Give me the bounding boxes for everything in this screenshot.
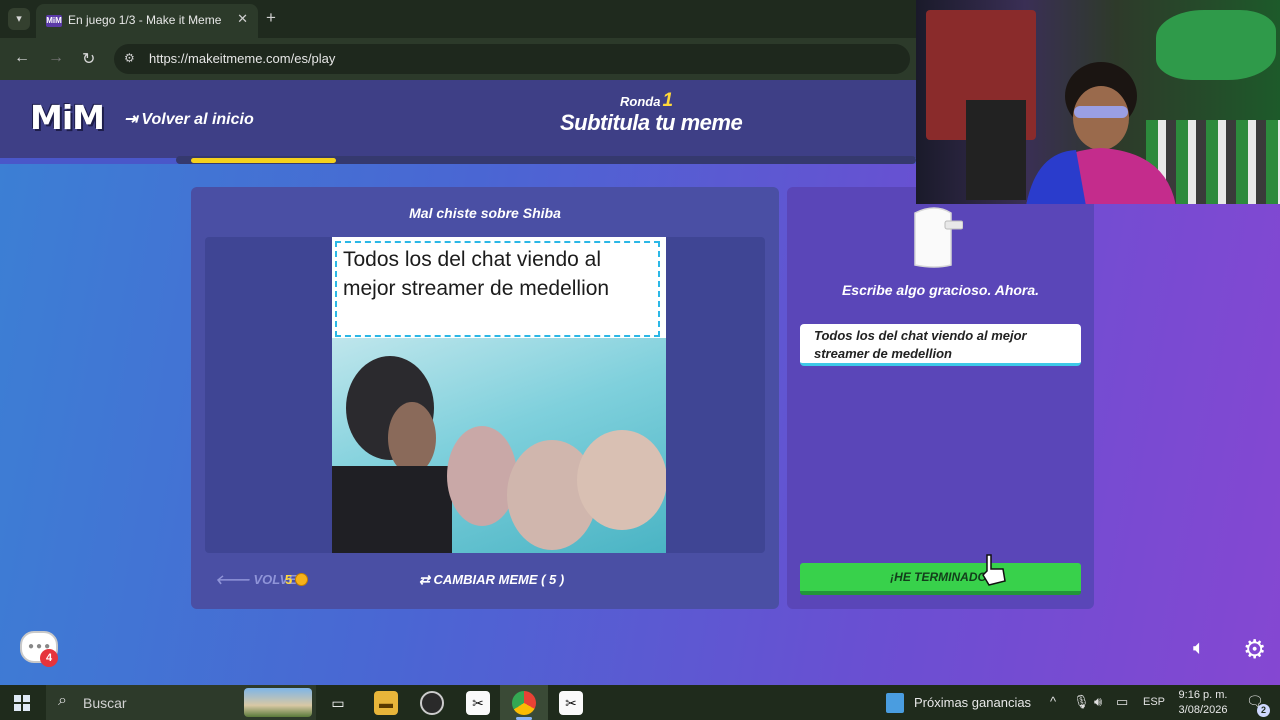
fish-image xyxy=(447,426,517,526)
forward-arrow-icon[interactable]: → xyxy=(48,49,64,67)
back-home-button[interactable]: ⇥ Volver al inicio xyxy=(124,109,254,129)
webcam-overlay xyxy=(916,0,1280,204)
clock-date: 3/08/2026 xyxy=(1178,704,1228,716)
file-explorer-icon[interactable]: ▬ xyxy=(374,691,398,715)
exit-icon: ⇥ xyxy=(124,111,138,128)
capcut-icon[interactable]: ✂ xyxy=(559,691,583,715)
search-label: Buscar xyxy=(83,695,127,711)
site-info-icon[interactable]: ⚙ xyxy=(124,51,135,65)
meme-panel: Mal chiste sobre Shiba Todos los del cha… xyxy=(191,187,779,609)
task-view-icon[interactable]: ▭ xyxy=(326,691,350,715)
round-progress-bar xyxy=(176,156,916,164)
page-title: Subtitula tu meme xyxy=(560,110,743,135)
round-label: Ronda xyxy=(620,94,661,109)
change-meme-button[interactable]: ⇄ CAMBIAR MEME ( 5 ) xyxy=(419,572,564,588)
meme-template-name: Mal chiste sobre Shiba xyxy=(409,205,561,221)
writing-ghost-icon xyxy=(914,207,963,268)
url-text[interactable]: https://makeitmeme.com/es/play xyxy=(149,51,335,66)
caption-input[interactable]: Todos los del chat viendo al mejor strea… xyxy=(800,324,1081,366)
new-tab-icon[interactable]: + xyxy=(266,8,276,28)
round-number: 1 xyxy=(662,90,674,111)
streamer-image xyxy=(1026,62,1176,204)
caption-input-panel: Escribe algo gracioso. Ahora. Todos los … xyxy=(787,187,1094,609)
windows-start-icon[interactable] xyxy=(14,695,30,711)
coin-count: 5 xyxy=(285,572,293,587)
chat-unread-badge: 4 xyxy=(40,649,58,667)
back-arrow-icon: 🡐 xyxy=(215,572,254,587)
round-indicator: Ronda 1 xyxy=(620,90,673,112)
tab-list-chevron-icon[interactable]: ▾ xyxy=(8,8,30,30)
settings-gear-icon[interactable]: ⚙ xyxy=(1243,634,1266,665)
microphone-icon[interactable]: 🎙︎ xyxy=(1073,694,1090,710)
show-hidden-icons-icon[interactable]: ^ xyxy=(1050,694,1056,709)
meme-preview: Todos los del chat viendo al mejor strea… xyxy=(332,237,666,553)
search-icon: ⌕ xyxy=(58,692,67,709)
swap-icon: ⇄ xyxy=(419,572,434,587)
done-button[interactable]: ¡HE TERMINADO! xyxy=(800,563,1081,595)
tab-title: En juego 1/3 - Make it Meme xyxy=(68,13,222,27)
fish-image xyxy=(577,430,666,530)
coin-icon xyxy=(295,573,309,586)
volume-icon[interactable]: 🔊︎ xyxy=(1094,694,1102,710)
coin-counter: 5 xyxy=(285,572,309,587)
obs-icon[interactable] xyxy=(420,691,444,715)
caption-text-box[interactable]: Todos los del chat viendo al mejor strea… xyxy=(335,241,660,337)
news-widget-icon[interactable] xyxy=(886,693,904,713)
capcut-icon[interactable]: ✂ xyxy=(466,691,490,715)
chrome-icon[interactable] xyxy=(512,691,536,715)
notification-count-badge: 2 xyxy=(1257,704,1270,717)
write-prompt: Escribe algo gracioso. Ahora. xyxy=(841,282,1040,298)
address-bar[interactable]: ⚙ https://makeitmeme.com/es/play xyxy=(114,44,910,74)
browser-tab[interactable]: MiM En juego 1/3 - Make it Meme ✕ xyxy=(36,4,258,38)
language-indicator[interactable]: ESP xyxy=(1143,696,1165,708)
change-meme-label: CAMBIAR MEME ( 5 ) xyxy=(433,572,565,587)
tab-favicon-icon: MiM xyxy=(46,15,62,27)
network-icon[interactable]: ▭ xyxy=(1116,694,1128,710)
reload-icon[interactable]: ↻ xyxy=(82,49,95,69)
meme-stage: Todos los del chat viendo al mejor strea… xyxy=(205,237,765,553)
mim-logo[interactable]: MiM xyxy=(30,98,105,137)
meme-photo xyxy=(332,338,666,553)
round-progress-fill xyxy=(191,158,336,163)
clock-time: 9:16 p. m. xyxy=(1178,689,1228,701)
back-home-label: Volver al inicio xyxy=(141,111,254,128)
taskbar-clock[interactable]: 9:16 p. m. 3/08/2026 xyxy=(1176,688,1230,718)
news-widget-label[interactable]: Próximas ganancias xyxy=(914,695,1031,710)
windows-taskbar: ⌕ Buscar ▭ ▬ ✂ ✂ Próximas ganancias ^ 🎙︎… xyxy=(0,685,1280,720)
search-highlight-image xyxy=(244,688,312,717)
back-arrow-icon[interactable]: ← xyxy=(14,49,30,67)
tab-close-icon[interactable]: ✕ xyxy=(237,11,248,27)
taskbar-search[interactable]: ⌕ Buscar xyxy=(46,685,316,720)
hand-cursor-icon xyxy=(982,554,1006,586)
caption-text: Todos los del chat viendo al mejor strea… xyxy=(343,248,610,300)
sound-muted-icon[interactable]: 🔈︎ xyxy=(1193,637,1205,660)
